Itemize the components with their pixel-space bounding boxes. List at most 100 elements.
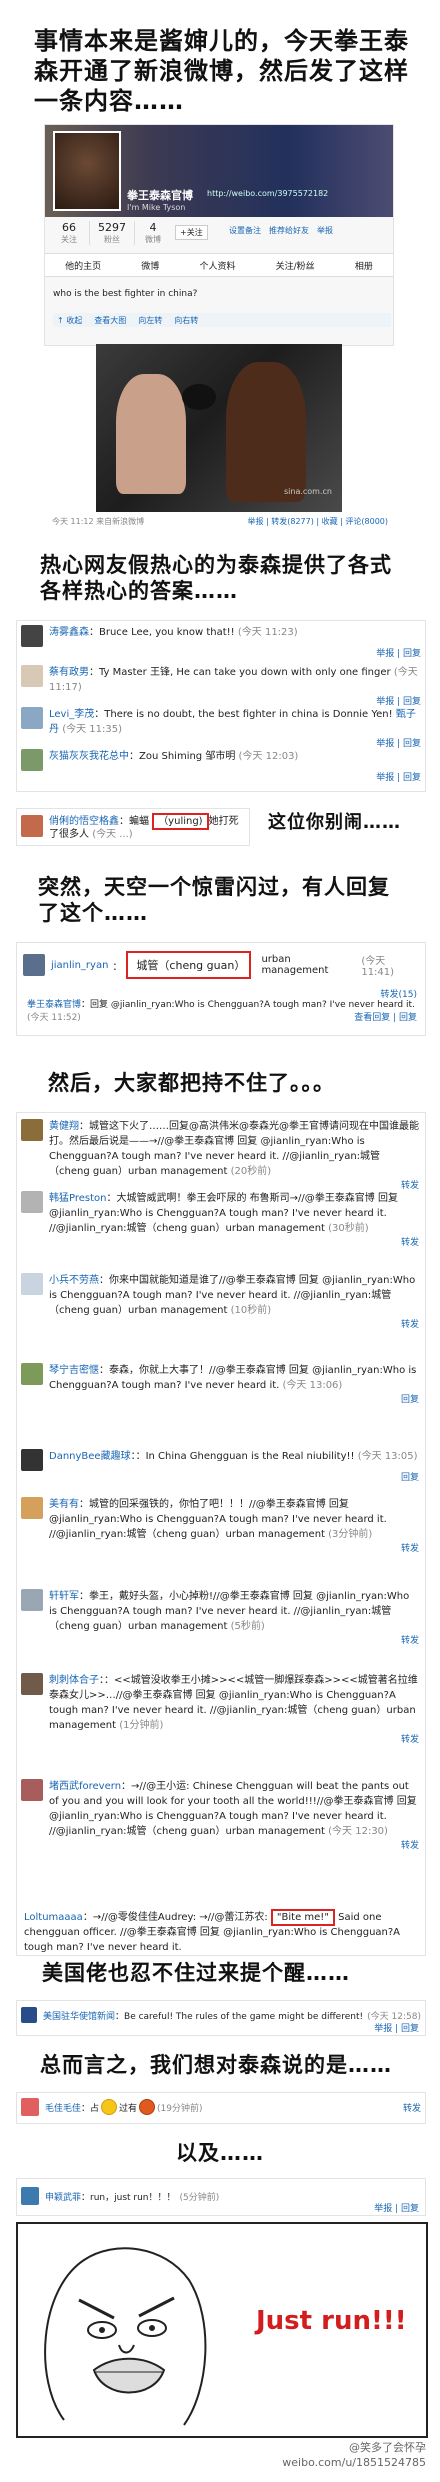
- follow-button[interactable]: +关注: [175, 225, 208, 240]
- avatar[interactable]: [21, 665, 43, 687]
- comment-ops[interactable]: 转发: [21, 1542, 419, 1557]
- comment-ops[interactable]: 举报 | 回复: [21, 771, 421, 786]
- avatar[interactable]: [21, 1589, 43, 1611]
- comment-ops[interactable]: 转发: [21, 1318, 419, 1333]
- comment-time: (今天 12:58): [367, 2011, 421, 2022]
- comment-user[interactable]: 轩轩军: [49, 1591, 79, 1602]
- comment-ops[interactable]: 转发: [403, 2101, 421, 2114]
- comment-time: (今天 12:03): [238, 751, 299, 762]
- list-item: 堵西武forevern：→//@王小运: Chinese Chengguan w…: [21, 1779, 419, 1854]
- comment-biteme: Loltumaaaa：→//@零俊佳佳Audrey: →//@蕾江苏农: "Bi…: [24, 1909, 420, 1955]
- avatar[interactable]: [21, 2187, 39, 2205]
- avatar[interactable]: [21, 815, 43, 837]
- tab-profile[interactable]: 个人资料: [199, 259, 235, 272]
- comment-user[interactable]: 涛雾鑫森: [49, 627, 89, 638]
- comment-ops[interactable]: 举报 | 回复: [374, 2021, 419, 2034]
- comment-user[interactable]: Levi_李茂: [49, 709, 94, 720]
- stat-following[interactable]: 66 关注: [49, 221, 90, 245]
- action-remark[interactable]: 设置备注: [229, 225, 261, 236]
- stat-fans[interactable]: 5297 粉丝: [90, 221, 135, 245]
- reply-user[interactable]: 拳王泰森官博: [27, 1000, 81, 1010]
- comment-text: ：Be careful! The rules of the game might…: [115, 2011, 364, 2022]
- comment-ops[interactable]: 转发: [21, 1733, 419, 1748]
- comment-text: urban management: [261, 954, 329, 976]
- avatar[interactable]: [21, 1497, 43, 1519]
- comment-user[interactable]: 黄健翔: [49, 1121, 79, 1132]
- avatar[interactable]: [21, 1119, 43, 1141]
- stat-posts[interactable]: 4 微博: [135, 221, 171, 245]
- comment-time: (今天 ...): [92, 829, 133, 840]
- tool-large[interactable]: 查看大图: [94, 315, 126, 326]
- comment-ops[interactable]: 回复: [21, 1471, 419, 1486]
- list-item: 黄健翔：城管这下火了……回复@高洪伟米@泰森光@拳王官博请问现在中国谁最能打。然…: [21, 1119, 419, 1194]
- comment-user[interactable]: 蔡有政男: [49, 667, 89, 678]
- comment-user[interactable]: 美国驻华使馆新闻: [43, 2009, 115, 2022]
- comment-time: (19分钟前): [157, 2103, 203, 2114]
- avatar[interactable]: [21, 1779, 43, 1801]
- tab-weibo[interactable]: 微博: [141, 259, 159, 272]
- avatar[interactable]: [21, 2007, 37, 2023]
- action-recommend[interactable]: 推荐给好友: [269, 225, 309, 236]
- list-item: 美有有：城管的回采强铁的，你怕了吧！！！//@拳王泰森官博 回复 @jianli…: [21, 1497, 419, 1557]
- tool-rotate-right[interactable]: 向右转: [174, 315, 198, 326]
- avatar[interactable]: [21, 1363, 43, 1385]
- comment-user[interactable]: 灰猫灰灰我花总中: [49, 751, 129, 762]
- comment-text: ：In China Ghengguan is the Real niubilit…: [135, 1451, 355, 1462]
- avatar[interactable]: [21, 749, 43, 771]
- caption-youbie: 这位你别闹……: [268, 812, 401, 833]
- reply-ops[interactable]: 查看回复 | 回复: [354, 1012, 417, 1025]
- comment-user[interactable]: Loltumaaaa: [24, 1912, 83, 1923]
- comment-user[interactable]: jianlin_ryan: [51, 960, 108, 971]
- avatar[interactable]: [23, 954, 45, 976]
- comment-ops[interactable]: 转发: [21, 1839, 419, 1854]
- action-report[interactable]: 举报: [317, 225, 333, 236]
- comment-text: ：→//@零俊佳佳Audrey: →//@蕾江苏农:: [82, 1912, 268, 1923]
- avatar[interactable]: [21, 1673, 43, 1695]
- comment-ops[interactable]: 举报 | 回复: [374, 2201, 419, 2214]
- avatar[interactable]: [21, 2098, 39, 2116]
- comment-user[interactable]: 毛佳毛佳: [45, 2101, 81, 2114]
- comment-user[interactable]: 美有有: [49, 1499, 79, 1510]
- comment: 灰猫灰灰我花总中：Zou Shiming 邹市明 (今天 12:03) 举报 |…: [21, 749, 421, 786]
- tab-album[interactable]: 相册: [355, 259, 373, 272]
- comment-user[interactable]: 小兵不劳燕: [49, 1275, 99, 1286]
- comment-time: (1分钟前): [119, 1720, 164, 1731]
- post-actions[interactable]: 举报 | 转发(8277) | 收藏 | 评论(8000): [247, 516, 388, 527]
- avatar[interactable]: [21, 625, 43, 647]
- comment-text: ：蝙蝠: [119, 816, 149, 827]
- comment-user[interactable]: 俏俐的悟空格鑫: [49, 816, 119, 827]
- comment-time: (20秒前): [230, 1166, 272, 1177]
- comment-user[interactable]: 韩猛Preston: [49, 1193, 107, 1204]
- post-photo[interactable]: sina.com.cn: [96, 344, 342, 512]
- comment-text: ：Zou Shiming 邹市明: [129, 751, 236, 762]
- caption-intro: 事情本来是酱婶儿的，今天拳王泰森开通了新浪微博，然后发了这样一条内容……: [34, 27, 409, 115]
- tool-rotate-left[interactable]: 向左转: [138, 315, 162, 326]
- avatar[interactable]: [21, 1273, 43, 1295]
- comment-user[interactable]: 堵西武forevern: [49, 1781, 121, 1792]
- boxer-left: [116, 374, 186, 494]
- avatar[interactable]: [21, 1449, 43, 1471]
- comment-text: ：占: [81, 2103, 100, 2114]
- tool-collapse[interactable]: ↑ 收起: [57, 315, 82, 326]
- profile-url[interactable]: http://weibo.com/3975572182: [207, 189, 328, 198]
- avatar[interactable]: [21, 1191, 43, 1213]
- comments-panel-2: 黄健翔：城管这下火了……回复@高洪伟米@泰森光@拳王官博请问现在中国谁最能打。然…: [16, 1112, 426, 1956]
- comment-ops[interactable]: 转发: [21, 1634, 419, 1649]
- comment-ops[interactable]: 举报 | 回复: [21, 647, 421, 662]
- avatar[interactable]: [53, 131, 121, 211]
- comment-user[interactable]: DannyBee藏趣球: [49, 1451, 131, 1462]
- meme-panel: Just run!!!: [16, 2222, 428, 2438]
- comment: Levi_李茂：There is no doubt, the best figh…: [21, 707, 421, 752]
- comment-ops[interactable]: 转发: [21, 1236, 419, 1251]
- tab-home[interactable]: 他的主页: [65, 259, 101, 272]
- post-tools: ↑ 收起 查看大图 向左转 向右转: [53, 313, 391, 327]
- avatar[interactable]: [21, 707, 43, 729]
- list-item: 韩猛Preston：大城管威武啊！拳王会吓尿的 布鲁斯司→//@拳王泰森官博 回…: [21, 1191, 419, 1251]
- comment-user[interactable]: 琴宁吉密惬: [49, 1365, 99, 1376]
- tab-following[interactable]: 关注/粉丝: [276, 259, 315, 272]
- emoticon-icon: [139, 2099, 156, 2115]
- profile-name[interactable]: 拳王泰森官博: [127, 187, 193, 203]
- comment-user[interactable]: 申颖武菲: [45, 2190, 81, 2203]
- comment-user[interactable]: 刺刺体合子: [49, 1675, 99, 1686]
- comment-ops[interactable]: 回复: [21, 1393, 419, 1408]
